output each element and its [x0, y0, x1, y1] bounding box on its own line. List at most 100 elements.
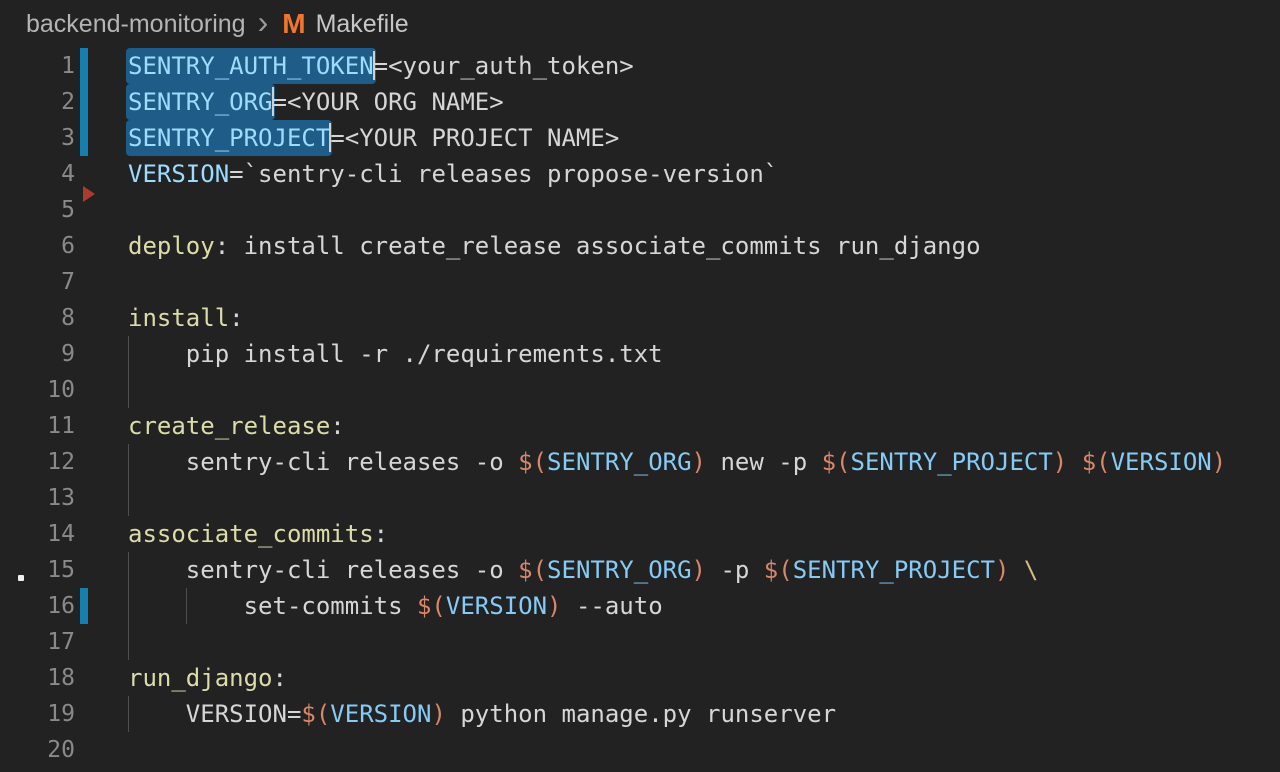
makefile-icon: M — [282, 8, 305, 40]
code-token: VERSION — [128, 160, 229, 188]
code-line-5[interactable]: 5 — [0, 192, 1280, 228]
code-line-8[interactable]: 8 install: — [0, 300, 1280, 336]
indent-guide — [128, 480, 129, 516]
code-line-1[interactable]: 1 SENTRY_AUTH_TOKEN=<your_auth_token> — [0, 48, 1280, 84]
line-number[interactable]: 15 — [0, 552, 75, 588]
code-line-14[interactable]: 14 associate_commits: — [0, 516, 1280, 552]
code-line-10[interactable]: 10 — [0, 372, 1280, 408]
code-line-19[interactable]: 19 VERSION=$(VERSION) python manage.py r… — [0, 696, 1280, 732]
code-line-2[interactable]: 2 SENTRY_ORG=<YOUR ORG NAME> — [0, 84, 1280, 120]
code-text[interactable]: run_django: — [128, 660, 287, 696]
selected-token: SENTRY_AUTH_TOKEN — [126, 48, 376, 84]
code-token: SENTRY_PROJECT — [793, 556, 995, 584]
breadcrumb-item-file[interactable]: M Makefile — [282, 8, 408, 40]
breadcrumb: backend-monitoring › M Makefile — [0, 0, 1280, 48]
code-token: new -p — [706, 448, 822, 476]
line-number[interactable]: 13 — [0, 480, 75, 516]
code-text[interactable]: set-commits $(VERSION) --auto — [128, 588, 663, 624]
code-token: $( — [518, 448, 547, 476]
code-token: ) — [692, 448, 706, 476]
modified-line-indicator[interactable] — [80, 84, 88, 120]
code-line-17[interactable]: 17 — [0, 624, 1280, 660]
line-number[interactable]: 11 — [0, 408, 75, 444]
editor-lines[interactable]: 1 SENTRY_AUTH_TOKEN=<your_auth_token> 2 SEN… — [0, 48, 1280, 768]
code-token: deploy — [128, 232, 215, 260]
line-number[interactable]: 20 — [0, 732, 75, 768]
line-number[interactable]: 5 — [0, 192, 75, 228]
code-token: ) — [995, 556, 1009, 584]
code-text[interactable]: VERSION=`sentry-cli releases propose-ver… — [128, 156, 778, 192]
code-token: pip install -r ./requirements.txt — [128, 340, 663, 368]
code-token: =`sentry-cli releases propose-version` — [229, 160, 778, 188]
text-cursor — [329, 123, 331, 152]
selected-token: SENTRY_PROJECT — [126, 120, 332, 156]
code-token: --auto — [562, 592, 663, 620]
code-token: ) — [692, 556, 706, 584]
code-line-15[interactable]: 15 sentry-cli releases -o $(SENTRY_ORG) … — [0, 552, 1280, 588]
code-token: SENTRY_ORG — [547, 448, 692, 476]
code-token: set-commits — [128, 592, 417, 620]
code-token: ) — [1053, 448, 1067, 476]
code-line-11[interactable]: 11 create_release: — [0, 408, 1280, 444]
code-text[interactable]: SENTRY_ORG=<YOUR ORG NAME> — [128, 84, 504, 120]
modified-line-indicator[interactable] — [80, 48, 88, 84]
code-text[interactable]: create_release: — [128, 408, 345, 444]
line-number[interactable]: 18 — [0, 660, 75, 696]
code-token: ) — [431, 700, 445, 728]
line-number[interactable]: 4 — [0, 156, 75, 192]
line-number[interactable]: 12 — [0, 444, 75, 480]
modified-line-indicator[interactable] — [80, 588, 88, 624]
code-line-13[interactable]: 13 — [0, 480, 1280, 516]
line-number[interactable]: 14 — [0, 516, 75, 552]
line-number[interactable]: 17 — [0, 624, 75, 660]
line-number[interactable]: 3 — [0, 120, 75, 156]
code-token: sentry-cli releases -o — [128, 556, 518, 584]
line-number[interactable]: 16 — [0, 588, 75, 624]
line-number[interactable]: 7 — [0, 264, 75, 300]
code-text[interactable]: sentry-cli releases -o $(SENTRY_ORG) -p … — [128, 552, 1038, 588]
code-token: sentry-cli releases -o — [128, 448, 518, 476]
code-token: =<YOUR PROJECT NAME> — [330, 124, 619, 152]
code-text[interactable]: sentry-cli releases -o $(SENTRY_ORG) new… — [128, 444, 1226, 480]
code-text[interactable]: associate_commits: — [128, 516, 388, 552]
code-text[interactable]: SENTRY_AUTH_TOKEN=<your_auth_token> — [128, 48, 634, 84]
code-token: =<YOUR ORG NAME> — [273, 88, 504, 116]
code-line-12[interactable]: 12 sentry-cli releases -o $(SENTRY_ORG) … — [0, 444, 1280, 480]
code-text[interactable]: VERSION=$(VERSION) python manage.py runs… — [128, 696, 836, 732]
code-text[interactable]: deploy: install create_release associate… — [128, 228, 981, 264]
code-line-9[interactable]: 9 pip install -r ./requirements.txt — [0, 336, 1280, 372]
code-text[interactable]: pip install -r ./requirements.txt — [128, 336, 663, 372]
red-arrow-marker — [83, 186, 95, 202]
text-cursor — [272, 87, 274, 116]
code-line-4[interactable]: 4 VERSION=`sentry-cli releases propose-ve… — [0, 156, 1280, 192]
breadcrumb-item-folder[interactable]: backend-monitoring — [26, 10, 246, 39]
code-token: ) — [1212, 448, 1226, 476]
code-line-18[interactable]: 18 run_django: — [0, 660, 1280, 696]
code-token: : — [374, 520, 388, 548]
code-line-3[interactable]: 3 SENTRY_PROJECT=<YOUR PROJECT NAME> — [0, 120, 1280, 156]
line-number[interactable]: 6 — [0, 228, 75, 264]
code-token: : — [273, 664, 287, 692]
code-token: install — [128, 304, 229, 332]
modified-line-indicator[interactable] — [80, 120, 88, 156]
line-number[interactable]: 9 — [0, 336, 75, 372]
code-line-20[interactable]: 20 — [0, 732, 1280, 768]
line-number[interactable]: 2 — [0, 84, 75, 120]
code-text[interactable]: install: — [128, 300, 244, 336]
code-line-7[interactable]: 7 — [0, 264, 1280, 300]
code-line-16[interactable]: 16 set-commits $(VERSION) --auto — [0, 588, 1280, 624]
line-number[interactable]: 8 — [0, 300, 75, 336]
code-token: $( — [518, 556, 547, 584]
line-number[interactable]: 19 — [0, 696, 75, 732]
code-line-6[interactable]: 6 deploy: install create_release associat… — [0, 228, 1280, 264]
code-token: VERSION — [446, 592, 547, 620]
code-token: VERSION= — [128, 700, 301, 728]
line-number[interactable]: 10 — [0, 372, 75, 408]
indent-guide — [128, 624, 129, 660]
code-token: $( — [822, 448, 851, 476]
code-token: VERSION — [1111, 448, 1212, 476]
code-token: VERSION — [330, 700, 431, 728]
code-text[interactable]: SENTRY_PROJECT=<YOUR PROJECT NAME> — [128, 120, 619, 156]
code-token: $( — [1082, 448, 1111, 476]
line-number[interactable]: 1 — [0, 48, 75, 84]
